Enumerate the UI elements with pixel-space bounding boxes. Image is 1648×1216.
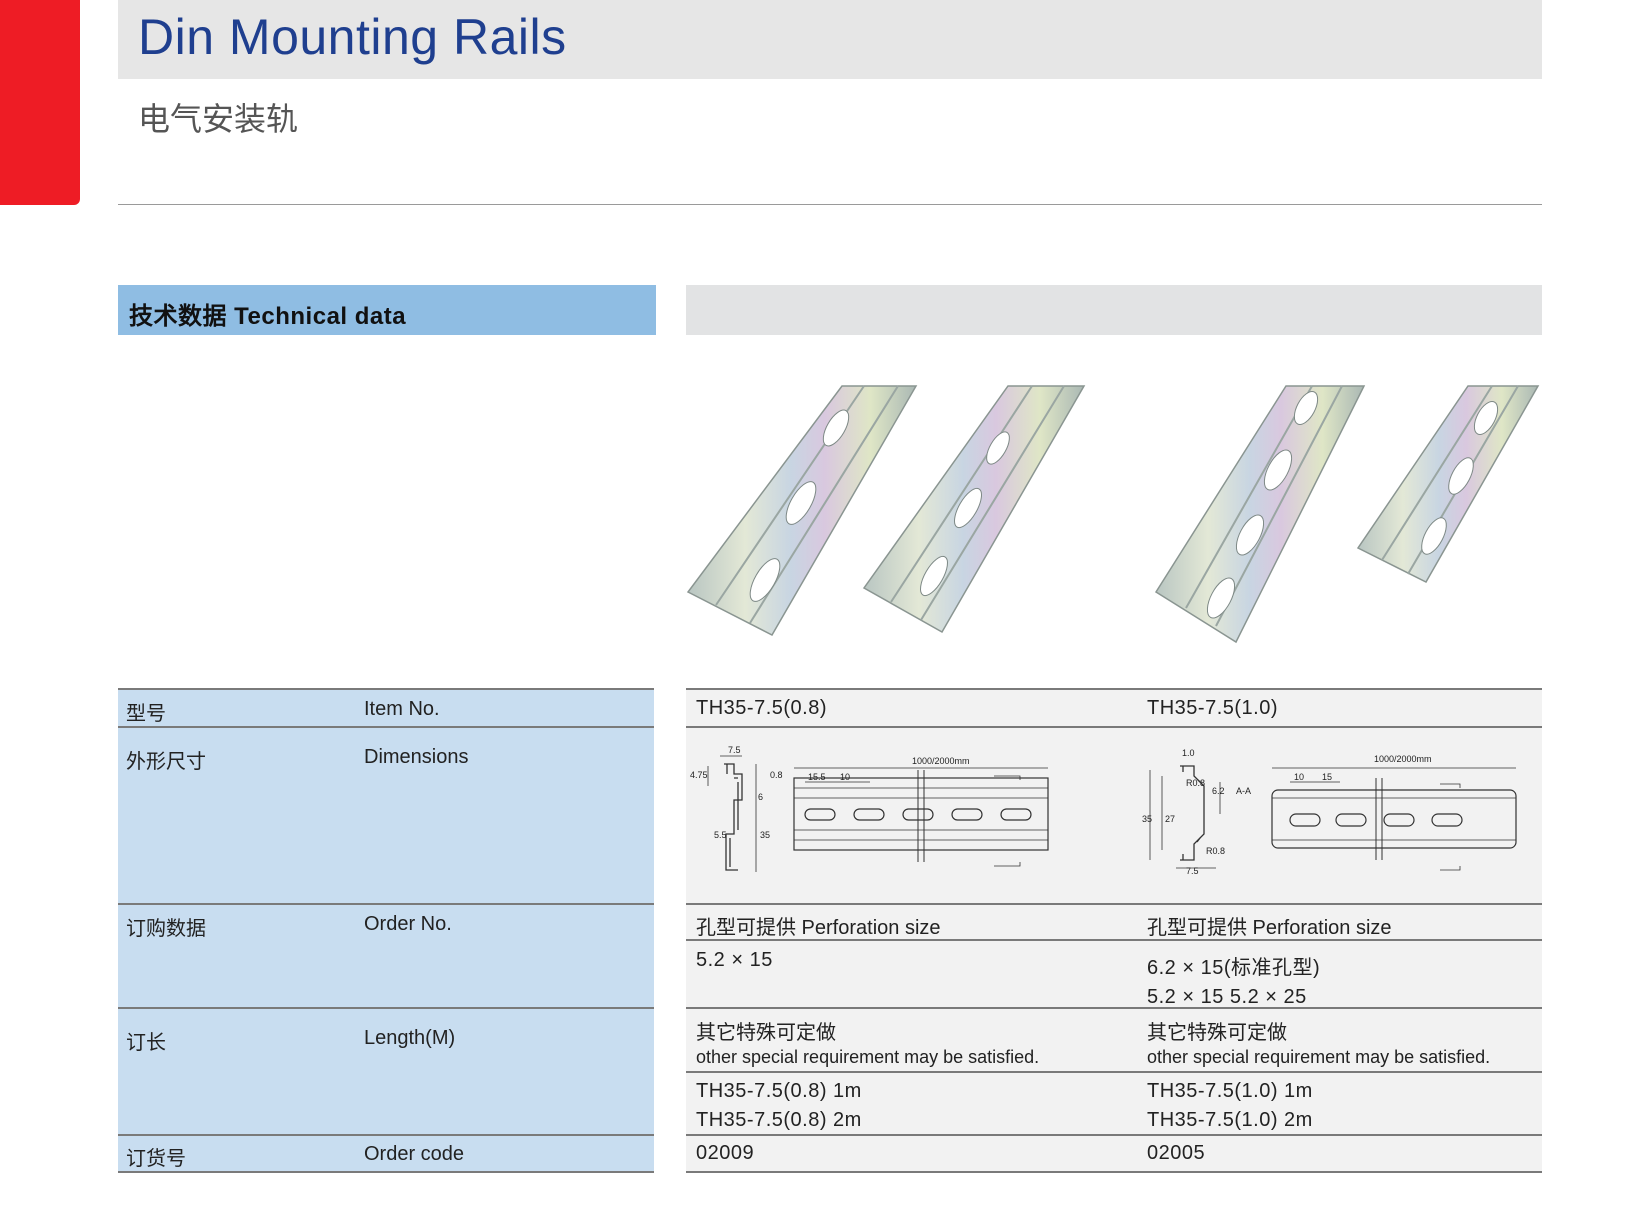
row-divider bbox=[118, 726, 654, 728]
row-divider bbox=[686, 726, 1542, 728]
row-divider bbox=[118, 903, 654, 905]
order-code-value: 02009 bbox=[696, 1142, 755, 1164]
length-line: TH35-7.5(0.8) 1m bbox=[696, 1080, 862, 1102]
dim-label: R0.8 bbox=[1186, 778, 1205, 788]
special-note-en: other special requirement may be satisfi… bbox=[696, 1047, 1040, 1067]
perforation-line: 6.2 × 15(标准孔型) bbox=[1147, 957, 1321, 979]
header-divider bbox=[118, 204, 1542, 205]
label-length-cn: 订长 bbox=[126, 1032, 166, 1054]
dim-label: 1000/2000mm bbox=[912, 756, 970, 766]
label-order-no-cn: 订购数据 bbox=[126, 918, 206, 940]
page-title: Din Mounting Rails bbox=[138, 9, 567, 65]
row-divider bbox=[118, 1007, 654, 1009]
rail-photo-4 bbox=[1356, 385, 1540, 583]
special-note-en: other special requirement may be satisfi… bbox=[1147, 1047, 1491, 1067]
rail-product-photos bbox=[686, 385, 1540, 644]
dim-label: 0.8 bbox=[770, 770, 783, 780]
length-values: TH35-7.5(0.8) 1m TH35-7.5(0.8) 2m bbox=[696, 1080, 862, 1132]
rail-photo-3 bbox=[1154, 385, 1366, 644]
label-length-en: Length(M) bbox=[364, 1027, 456, 1049]
dim-label: 15 bbox=[1322, 772, 1332, 782]
dim-label: 15.5 bbox=[808, 772, 826, 782]
dim-label: 35 bbox=[1142, 814, 1152, 824]
dim-label: 27 bbox=[1165, 814, 1175, 824]
row-divider bbox=[686, 1071, 1542, 1073]
page-subtitle: 电气安装轨 bbox=[138, 101, 299, 137]
dim-label: R0.8 bbox=[1206, 846, 1225, 856]
dim-label: 35 bbox=[760, 830, 770, 840]
label-order-code-en: Order code bbox=[364, 1143, 465, 1165]
length-line: TH35-7.5(0.8) 2m bbox=[696, 1109, 862, 1131]
label-dimensions-en: Dimensions bbox=[364, 746, 469, 768]
dim-label: A-A bbox=[1236, 786, 1251, 796]
perforation-line: 5.2 × 15 5.2 × 25 bbox=[1147, 986, 1307, 1008]
dim-label: 7.5 bbox=[728, 745, 741, 755]
dim-label: 1.0 bbox=[1182, 748, 1195, 758]
label-item-no-en: Item No. bbox=[364, 698, 440, 720]
dim-label: 4.75 bbox=[690, 770, 708, 780]
row-divider bbox=[686, 903, 1542, 905]
dim-label: 10 bbox=[1294, 772, 1304, 782]
label-order-no-en: Order No. bbox=[364, 913, 452, 935]
perforation-line: 5.2 × 15 bbox=[696, 949, 773, 971]
dim-label: 5.5 bbox=[714, 830, 727, 840]
row-divider bbox=[686, 1171, 1542, 1173]
perforation-value: 6.2 × 15(标准孔型) 5.2 × 15 5.2 × 25 bbox=[1147, 951, 1320, 1009]
section-title: 技术数据 Technical data bbox=[129, 303, 407, 330]
perforation-value: 5.2 × 15 bbox=[696, 949, 773, 972]
row-divider bbox=[118, 688, 654, 690]
row-divider bbox=[118, 1171, 654, 1173]
row-divider bbox=[118, 1134, 654, 1136]
dim-label: 10 bbox=[840, 772, 850, 782]
dimension-drawing-th35-1-0: 1.0 R0.8 6.2 A-A 35 27 R0.8 7.5 10 15 10… bbox=[1142, 748, 1517, 876]
label-dimensions-cn: 外形尺寸 bbox=[126, 751, 206, 773]
row-divider bbox=[686, 1007, 1542, 1009]
dim-label: 6.2 bbox=[1212, 786, 1225, 796]
item-no-value: TH35-7.5(1.0) bbox=[1147, 697, 1278, 719]
perforation-label: 孔型可提供 Perforation size bbox=[696, 917, 941, 939]
red-accent-tab bbox=[0, 0, 80, 205]
label-item-no-cn: 型号 bbox=[126, 703, 166, 725]
label-order-code-cn: 订货号 bbox=[126, 1148, 186, 1170]
length-values: TH35-7.5(1.0) 1m TH35-7.5(1.0) 2m bbox=[1147, 1080, 1313, 1132]
dim-label: 7.5 bbox=[1186, 866, 1199, 876]
order-code-value: 02005 bbox=[1147, 1142, 1206, 1164]
row-divider bbox=[686, 1134, 1542, 1136]
length-line: TH35-7.5(1.0) 1m bbox=[1147, 1080, 1313, 1102]
row-divider bbox=[686, 688, 1542, 690]
section-header-spacer bbox=[686, 285, 1542, 335]
length-line: TH35-7.5(1.0) 2m bbox=[1147, 1109, 1313, 1131]
item-no-value: TH35-7.5(0.8) bbox=[696, 697, 827, 719]
special-note: 其它特殊可定做 other special requirement may be… bbox=[1147, 1016, 1490, 1068]
dim-label: 6 bbox=[758, 792, 763, 802]
special-note-cn: 其它特殊可定做 bbox=[1147, 1022, 1287, 1044]
perforation-label: 孔型可提供 Perforation size bbox=[1147, 917, 1392, 939]
section-header: 技术数据 Technical data bbox=[118, 285, 656, 335]
dim-label: 1000/2000mm bbox=[1374, 754, 1432, 764]
special-note-cn: 其它特殊可定做 bbox=[696, 1022, 836, 1044]
dimension-drawing-th35-0-8: 7.5 4.75 0.8 6 5.5 35 15.5 10 1000/2000m… bbox=[690, 745, 1049, 872]
special-note: 其它特殊可定做 other special requirement may be… bbox=[696, 1016, 1039, 1068]
rail-photo-2 bbox=[862, 385, 1086, 634]
